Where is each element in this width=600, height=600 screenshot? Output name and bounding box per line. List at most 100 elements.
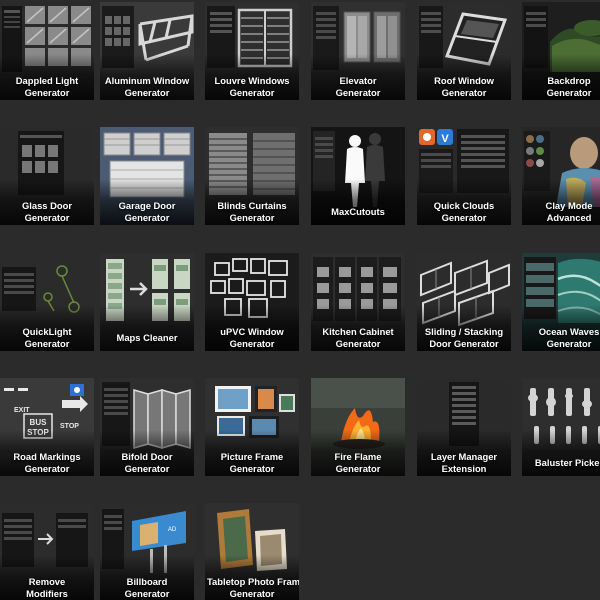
tile-title: Layer Manager (430, 451, 498, 462)
tile-label: Roof Window Generator (417, 75, 511, 100)
tile-title: Road Markings (13, 451, 81, 462)
tile-label: Backdrop Generator (522, 75, 600, 100)
tile-title: Elevator (339, 75, 377, 86)
tile-label: Sliding / Stacking Door Generator (417, 326, 511, 351)
tile-title: Aluminum Window (104, 75, 190, 86)
tile-title: Baluster Picker (534, 456, 600, 468)
tile-dappled-light[interactable]: Dappled Light Generator (0, 2, 94, 100)
tile-remove-modifiers[interactable]: Remove Modifiers (0, 503, 94, 600)
tile-label: Dappled Light Generator (0, 75, 94, 100)
tile-title: Remove (28, 576, 66, 587)
tile-subtitle: Generator (124, 462, 170, 474)
tile-label: Louvre Windows Generator (205, 75, 299, 100)
tile-bifold-door[interactable]: Bifold Door Generator (100, 378, 194, 476)
tile-title: Sliding / Stacking (424, 326, 504, 337)
tile-title: Glass Door (21, 200, 72, 211)
tile-subtitle: Generator (229, 587, 275, 599)
tile-road-markings[interactable]: BUS STOP EXIT STOP Road Markings Generat… (0, 378, 94, 476)
tile-subtitle: Extension (441, 462, 487, 474)
tile-subtitle: Generator (335, 462, 381, 474)
tile-garage-door[interactable]: Garage Door Generator (100, 127, 194, 225)
tile-label: Ocean Waves Generator (522, 326, 600, 351)
tile-subtitle: Generator (124, 86, 170, 98)
svg-text:AD: AD (168, 527, 177, 533)
tile-glass-door[interactable]: Glass Door Generator (0, 127, 94, 225)
tile-aluminum-window[interactable]: Aluminum Window Generator (100, 2, 194, 100)
tile-title: Louvre Windows (214, 75, 290, 86)
tile-label: Road Markings Generator (0, 451, 94, 476)
tile-subtitle: Advanced (546, 211, 592, 223)
tile-roof-window[interactable]: Roof Window Generator (417, 2, 511, 100)
svg-text:V: V (441, 133, 449, 145)
tile-label: Tabletop Photo Frame Generator (205, 576, 299, 600)
tile-maxcutouts[interactable]: MaxCutouts (311, 127, 405, 225)
tile-subtitle: Generator (229, 211, 275, 223)
tile-subtitle: Generator (229, 337, 275, 349)
tile-subtitle: Door Generator (429, 337, 499, 349)
tile-louvre-windows[interactable]: Louvre Windows Generator (205, 2, 299, 100)
tile-quicklight[interactable]: QuickLight Generator (0, 253, 94, 351)
tile-layer-manager[interactable]: Layer Manager Extension (417, 378, 511, 476)
tile-elevator[interactable]: Elevator Generator (311, 2, 405, 100)
tile-clay-mode[interactable]: Clay Mode Advanced (522, 127, 600, 225)
tile-subtitle: Generator (24, 337, 70, 349)
tile-title: Clay Mode (545, 200, 593, 211)
tile-title: Maps Cleaner (116, 331, 178, 343)
tile-label: MaxCutouts (311, 206, 405, 220)
tile-title: Garage Door (118, 200, 176, 211)
tile-label: Fire Flame Generator (311, 451, 405, 476)
tile-label: Bifold Door Generator (100, 451, 194, 476)
tile-title: Fire Flame (334, 451, 382, 462)
svg-text:EXIT: EXIT (14, 407, 30, 414)
tile-backdrop[interactable]: Backdrop Generator (522, 2, 600, 100)
tile-subtitle: Generator (124, 211, 170, 223)
tile-title: QuickLight (22, 326, 72, 337)
tile-subtitle: Generator (229, 462, 275, 474)
tile-subtitle: Generator (24, 211, 70, 223)
tile-label: uPVC Window Generator (205, 326, 299, 351)
tile-ocean-waves[interactable]: Ocean Waves Generator (522, 253, 600, 351)
tile-label: Remove Modifiers (0, 576, 94, 600)
tile-title: Ocean Waves (538, 326, 600, 337)
tile-label: Baluster Picker (522, 457, 600, 471)
tile-label: Billboard Generator (100, 576, 194, 600)
tile-label: Blinds Curtains Generator (205, 200, 299, 225)
tile-kitchen-cabinet[interactable]: Kitchen Cabinet Generator (311, 253, 405, 351)
tile-baluster-picker[interactable]: Baluster Picker (522, 378, 600, 476)
tile-subtitle: Generator (441, 86, 487, 98)
tile-upvc-window[interactable]: uPVC Window Generator (205, 253, 299, 351)
tile-label: Quick Clouds Generator (417, 200, 511, 225)
tile-label: Layer Manager Extension (417, 451, 511, 476)
tile-label: Maps Cleaner (100, 332, 194, 346)
tile-tabletop-photo-frame[interactable]: Tabletop Photo Frame Generator (205, 503, 299, 600)
svg-text:STOP: STOP (60, 423, 79, 430)
tile-title: Roof Window (434, 75, 494, 86)
tile-subtitle: Generator (24, 462, 70, 474)
tile-title: MaxCutouts (331, 205, 385, 217)
tile-label: Picture Frame Generator (205, 451, 299, 476)
tile-subtitle: Generator (229, 86, 275, 98)
tile-maps-cleaner[interactable]: Maps Cleaner (100, 253, 194, 351)
tile-billboard[interactable]: AD Billboard Generator (100, 503, 194, 600)
tile-sliding-door[interactable]: Sliding / Stacking Door Generator (417, 253, 511, 351)
tile-label: Garage Door Generator (100, 200, 194, 225)
tile-subtitle: Modifiers (26, 587, 68, 599)
tile-blinds-curtains[interactable]: Blinds Curtains Generator (205, 127, 299, 225)
tile-picture-frame[interactable]: Picture Frame Generator (205, 378, 299, 476)
tile-title: Dappled Light (15, 75, 79, 86)
tile-subtitle: Generator (24, 86, 70, 98)
tile-title: Tabletop Photo Frame (207, 576, 299, 587)
tile-fire-flame[interactable]: Fire Flame Generator (311, 378, 405, 476)
tile-subtitle: Generator (546, 337, 592, 349)
tile-subtitle: Generator (441, 211, 487, 223)
tile-quick-clouds[interactable]: V Quick Clouds Generator (417, 127, 511, 225)
tile-title: Billboard (126, 576, 168, 587)
tile-title: Backdrop (547, 75, 591, 86)
tile-subtitle: Generator (335, 337, 381, 349)
tile-title: uPVC Window (220, 326, 284, 337)
tile-title: Kitchen Cabinet (322, 326, 394, 337)
tile-title: Quick Clouds (433, 200, 495, 211)
tile-label: Glass Door Generator (0, 200, 94, 225)
tile-title: Blinds Curtains (217, 200, 287, 211)
tile-title: Bifold Door (121, 451, 173, 462)
